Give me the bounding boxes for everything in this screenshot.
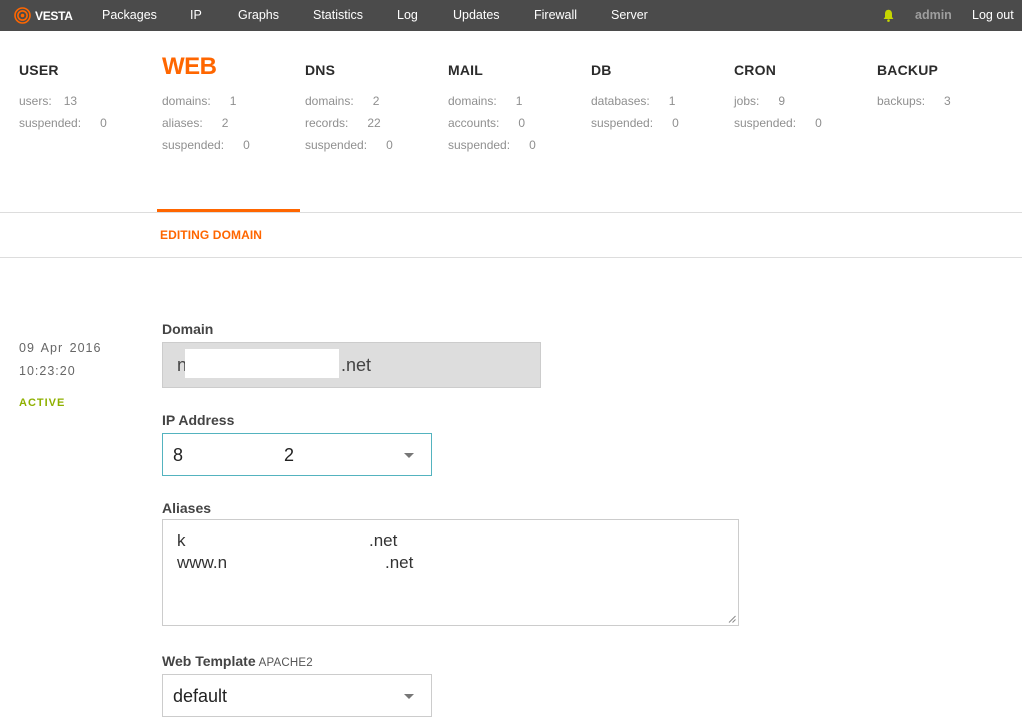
stat-row: jobs: 9 bbox=[734, 94, 786, 108]
stat-title-user[interactable]: USER bbox=[19, 62, 59, 79]
stat-row: records: 22 bbox=[305, 116, 381, 130]
stat-db[interactable]: DB databases: 1 suspended: 0 bbox=[591, 62, 679, 130]
stat-row: backups: 3 bbox=[877, 94, 951, 108]
chevron-down-icon bbox=[404, 453, 414, 458]
web-template-label: Web Template APACHE2 bbox=[162, 653, 313, 669]
redacted-block bbox=[185, 349, 339, 378]
top-navigation-bar: VESTA Packages IP Graphs Statistics Log … bbox=[0, 0, 1022, 31]
web-template-hint: APACHE2 bbox=[258, 657, 313, 669]
logout-link[interactable]: Log out bbox=[972, 8, 1014, 22]
vesta-logo[interactable]: VESTA bbox=[14, 7, 73, 24]
vesta-logo-icon bbox=[14, 7, 31, 24]
ip-address-label: IP Address bbox=[162, 412, 235, 428]
stat-row: suspended: 0 bbox=[591, 116, 679, 130]
domain-field: n .net bbox=[162, 342, 541, 388]
stat-row: suspended: 0 bbox=[162, 138, 250, 152]
page-subtitle: EDITING DOMAIN bbox=[160, 228, 263, 242]
bell-icon[interactable] bbox=[883, 9, 894, 22]
stat-title-cron[interactable]: CRON bbox=[734, 62, 776, 79]
stat-row: suspended: 0 bbox=[448, 138, 536, 152]
stat-cron[interactable]: CRON jobs: 9 suspended: 0 bbox=[734, 62, 822, 130]
aliases-textarea[interactable]: k .net www.n .net bbox=[162, 519, 739, 626]
alias-line: www.n .net bbox=[177, 553, 414, 572]
status-badge: ACTIVE bbox=[19, 397, 66, 409]
nav-packages[interactable]: Packages bbox=[102, 8, 157, 22]
nav-graphs[interactable]: Graphs bbox=[238, 8, 279, 22]
stat-dns[interactable]: DNS domains: 2 records: 22 suspended: 0 bbox=[305, 62, 393, 152]
nav-ip[interactable]: IP bbox=[190, 8, 202, 22]
logo-text: VESTA bbox=[35, 8, 73, 23]
chevron-down-icon bbox=[404, 694, 414, 699]
stat-mail[interactable]: MAIL domains: 1 accounts: 0 suspended: 0 bbox=[448, 62, 536, 152]
divider bbox=[0, 212, 1022, 213]
web-template-value: default bbox=[173, 686, 228, 706]
stat-title-mail[interactable]: MAIL bbox=[448, 62, 483, 79]
created-time: 10:23:20 bbox=[19, 364, 76, 378]
stat-row: domains: 1 bbox=[162, 94, 237, 108]
stat-backup[interactable]: BACKUP backups: 3 bbox=[877, 62, 951, 108]
stat-row: domains: 2 bbox=[305, 94, 380, 108]
stat-row: databases: 1 bbox=[591, 94, 676, 108]
stat-row: accounts: 0 bbox=[448, 116, 526, 130]
domain-value-end: .net bbox=[341, 355, 372, 375]
aliases-label: Aliases bbox=[162, 500, 212, 516]
nav-firewall[interactable]: Firewall bbox=[534, 8, 577, 22]
nav-server[interactable]: Server bbox=[611, 8, 648, 22]
stat-row: suspended: 0 bbox=[305, 138, 393, 152]
alias-line: k .net bbox=[177, 531, 398, 550]
nav-statistics[interactable]: Statistics bbox=[313, 8, 363, 22]
resize-handle-icon[interactable] bbox=[728, 615, 736, 623]
stat-row: users: 13 bbox=[19, 94, 78, 108]
ip-address-select[interactable]: 8 2 bbox=[162, 433, 432, 476]
domain-label: Domain bbox=[162, 321, 214, 337]
stat-title-backup[interactable]: BACKUP bbox=[877, 62, 938, 79]
stat-row: domains: 1 bbox=[448, 94, 523, 108]
user-name-link[interactable]: admin bbox=[915, 8, 952, 22]
nav-log[interactable]: Log bbox=[397, 8, 418, 22]
stat-row: suspended: 0 bbox=[19, 116, 107, 130]
web-template-select[interactable]: default bbox=[162, 674, 432, 717]
nav-updates[interactable]: Updates bbox=[453, 8, 500, 22]
stat-title-dns[interactable]: DNS bbox=[305, 62, 335, 79]
stat-web[interactable]: WEB domains: 1 aliases: 2 suspended: 0 bbox=[162, 55, 250, 152]
stat-title-web[interactable]: WEB bbox=[162, 55, 217, 79]
created-date: 09 Apr 2016 bbox=[19, 341, 102, 355]
stat-row: suspended: 0 bbox=[734, 116, 822, 130]
ip-value-start: 8 bbox=[173, 445, 184, 465]
ip-value-end: 2 bbox=[284, 445, 295, 465]
stat-row: aliases: 2 bbox=[162, 116, 229, 130]
stat-user[interactable]: USER users: 13 suspended: 0 bbox=[19, 62, 107, 130]
divider bbox=[0, 257, 1022, 258]
stat-title-db[interactable]: DB bbox=[591, 62, 612, 79]
